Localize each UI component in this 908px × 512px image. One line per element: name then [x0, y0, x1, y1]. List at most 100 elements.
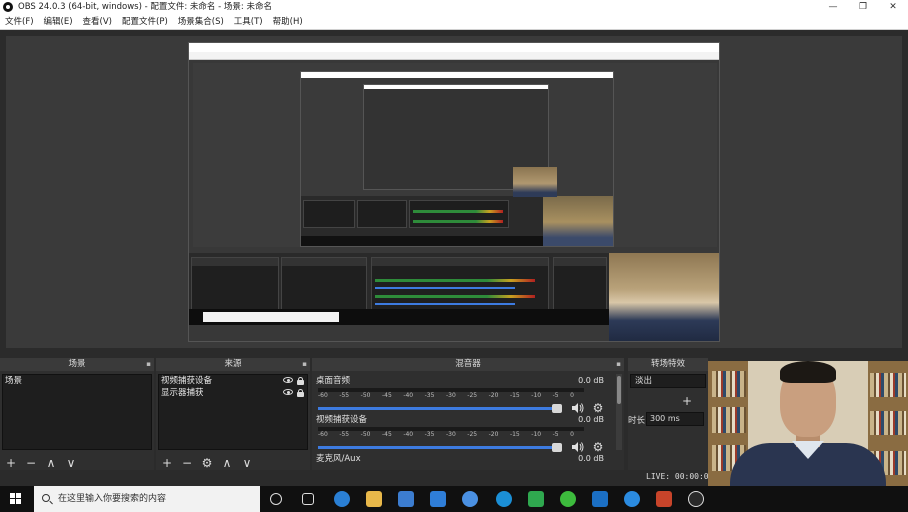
duration-input[interactable]: 300 ms — [646, 412, 704, 426]
title-bar: OBS 24.0.3 (64-bit, windows) - 配置文件: 未命名… — [0, 0, 908, 14]
minimize-button[interactable]: — — [818, 0, 848, 14]
menu-scene-collection[interactable]: 场景集合(S) — [173, 14, 229, 29]
transitions-toolbar: + — [680, 394, 694, 408]
menu-help[interactable]: 帮助(H) — [268, 14, 308, 29]
nested-capture-level-2 — [300, 71, 614, 247]
move-scene-down-button[interactable]: ∨ — [64, 456, 78, 470]
scenes-dock-header: 场景 ▪ — [0, 358, 154, 371]
window-title: OBS 24.0.3 (64-bit, windows) - 配置文件: 未命名… — [18, 2, 272, 12]
track-name: 桌面音频 — [316, 376, 351, 386]
star-app-icon[interactable] — [592, 491, 608, 507]
media-player-icon[interactable] — [528, 491, 544, 507]
menu-profile[interactable]: 配置文件(P) — [117, 14, 173, 29]
cortana-icon[interactable] — [270, 493, 282, 505]
remove-scene-button[interactable]: − — [24, 456, 38, 470]
mail-icon[interactable] — [430, 491, 446, 507]
track-db: 0.0 dB — [578, 454, 604, 463]
remove-source-button[interactable]: − — [180, 456, 194, 470]
source-item[interactable]: 显示器捕获 — [159, 387, 307, 399]
track-db: 0.0 dB — [578, 376, 604, 385]
mixer-track: 麦克风/Aux 0.0 dB — [316, 454, 612, 465]
volume-slider[interactable] — [318, 443, 562, 452]
transitions-dock-title: 转场特效 — [650, 359, 685, 369]
speaker-icon[interactable] — [572, 403, 584, 413]
visibility-eye-icon[interactable] — [283, 377, 293, 383]
add-scene-button[interactable]: + — [4, 456, 18, 470]
menu-edit[interactable]: 编辑(E) — [39, 14, 78, 29]
track-settings-gear-icon[interactable]: ⚙ — [592, 441, 604, 453]
sources-dock-header: 来源 ▪ — [156, 358, 310, 371]
add-transition-button[interactable]: + — [680, 394, 694, 408]
volume-slider-handle[interactable] — [552, 443, 562, 452]
add-source-button[interactable]: + — [160, 456, 174, 470]
wechat-icon[interactable] — [560, 491, 576, 507]
move-scene-up-button[interactable]: ∧ — [44, 456, 58, 470]
track-settings-gear-icon[interactable]: ⚙ — [592, 402, 604, 414]
obs-icon[interactable] — [688, 491, 704, 507]
mixer-scrollbar[interactable] — [616, 374, 622, 450]
preview-canvas[interactable] — [6, 36, 902, 348]
transition-select[interactable]: 淡出 — [630, 374, 706, 388]
scenes-dock-title: 场景 — [68, 359, 86, 369]
dock-float-icon[interactable]: ▪ — [146, 358, 151, 371]
move-source-down-button[interactable]: ∨ — [240, 456, 254, 470]
store-icon[interactable] — [398, 491, 414, 507]
meter-scale: -60 -55 -50 -45 -40 -35 -30 -25 -20 -15 -10 -5 0 — [318, 392, 574, 399]
volume-slider-handle[interactable] — [552, 404, 562, 413]
search-icon — [42, 494, 50, 502]
source-item-label: 显示器捕获 — [161, 388, 204, 398]
edge-icon[interactable] — [334, 491, 350, 507]
mixer-dock-header: 混音器 ▪ — [312, 358, 624, 371]
live-status: LIVE: 00:00:00 — [646, 472, 714, 481]
transitions-dock-header: 转场特效 — [628, 358, 708, 371]
close-button[interactable]: ✕ — [878, 0, 908, 14]
scenes-dock: 场景 ▪ 场景 + − ∧ ∨ — [0, 358, 154, 484]
track-name: 视频捕获设备 — [316, 415, 368, 425]
taskbar-search-box[interactable]: 在这里输入你要搜索的内容 — [34, 486, 260, 512]
track-db: 0.0 dB — [578, 415, 604, 424]
sources-dock: 来源 ▪ 视频捕获设备 显示器捕获 + − ⚙ ∧ ∨ — [156, 358, 310, 484]
track-name: 麦克风/Aux — [316, 454, 361, 464]
task-view-icon[interactable] — [302, 493, 314, 505]
meter-scale: -60 -55 -50 -45 -40 -35 -30 -25 -20 -15 -10 -5 0 — [318, 431, 574, 438]
nested-capture-level-1 — [188, 42, 720, 342]
mixer-track: 视频捕获设备 0.0 dB -60 -55 -50 -45 -40 -35 -30 -25 -2… — [316, 415, 612, 453]
mixer-dock-title: 混音器 — [455, 359, 481, 369]
menu-bar: 文件(F) 编辑(E) 查看(V) 配置文件(P) 场景集合(S) 工具(T) … — [0, 14, 908, 30]
powerpoint-icon[interactable] — [656, 491, 672, 507]
chrome-icon[interactable] — [462, 491, 478, 507]
lock-icon[interactable] — [297, 377, 304, 385]
transitions-dock: 转场特效 淡出 + 时长 300 ms — [628, 358, 708, 484]
menu-file[interactable]: 文件(F) — [0, 14, 39, 29]
speaker-icon[interactable] — [572, 442, 584, 452]
move-source-up-button[interactable]: ∧ — [220, 456, 234, 470]
source-item[interactable]: 视频捕获设备 — [159, 375, 307, 387]
volume-meter — [318, 388, 584, 392]
lock-icon[interactable] — [297, 389, 304, 397]
visibility-eye-icon[interactable] — [283, 389, 293, 395]
scene-item[interactable]: 场景 — [3, 375, 151, 387]
windows-start-icon[interactable] — [10, 493, 22, 505]
feishu-icon[interactable] — [624, 491, 640, 507]
windows-taskbar: 在这里输入你要搜索的内容 — [0, 486, 908, 512]
scenes-toolbar: + − ∧ ∨ — [4, 456, 78, 470]
file-explorer-icon[interactable] — [366, 491, 382, 507]
volume-slider[interactable] — [318, 404, 562, 413]
sources-list[interactable]: 视频捕获设备 显示器捕获 — [158, 374, 308, 450]
source-properties-gear-icon[interactable]: ⚙ — [200, 456, 214, 470]
maximize-button[interactable]: ❐ — [848, 0, 878, 14]
menu-view[interactable]: 查看(V) — [78, 14, 117, 29]
dock-float-icon[interactable]: ▪ — [616, 358, 621, 371]
mixer-track: 桌面音频 0.0 dB -60 -55 -50 -45 -40 -35 -30 -25 -20-… — [316, 376, 612, 414]
volume-meter — [318, 427, 584, 431]
menu-tools[interactable]: 工具(T) — [229, 14, 268, 29]
search-placeholder: 在这里输入你要搜索的内容 — [58, 494, 167, 504]
sources-dock-title: 来源 — [224, 359, 242, 369]
duration-label: 时长 — [628, 416, 646, 426]
edge-new-icon[interactable] — [496, 491, 512, 507]
obs-window: OBS 24.0.3 (64-bit, windows) - 配置文件: 未命名… — [0, 0, 908, 512]
source-item-label: 视频捕获设备 — [161, 376, 213, 386]
scenes-list[interactable]: 场景 — [2, 374, 152, 450]
obs-logo-icon — [3, 2, 13, 12]
dock-float-icon[interactable]: ▪ — [302, 358, 307, 371]
